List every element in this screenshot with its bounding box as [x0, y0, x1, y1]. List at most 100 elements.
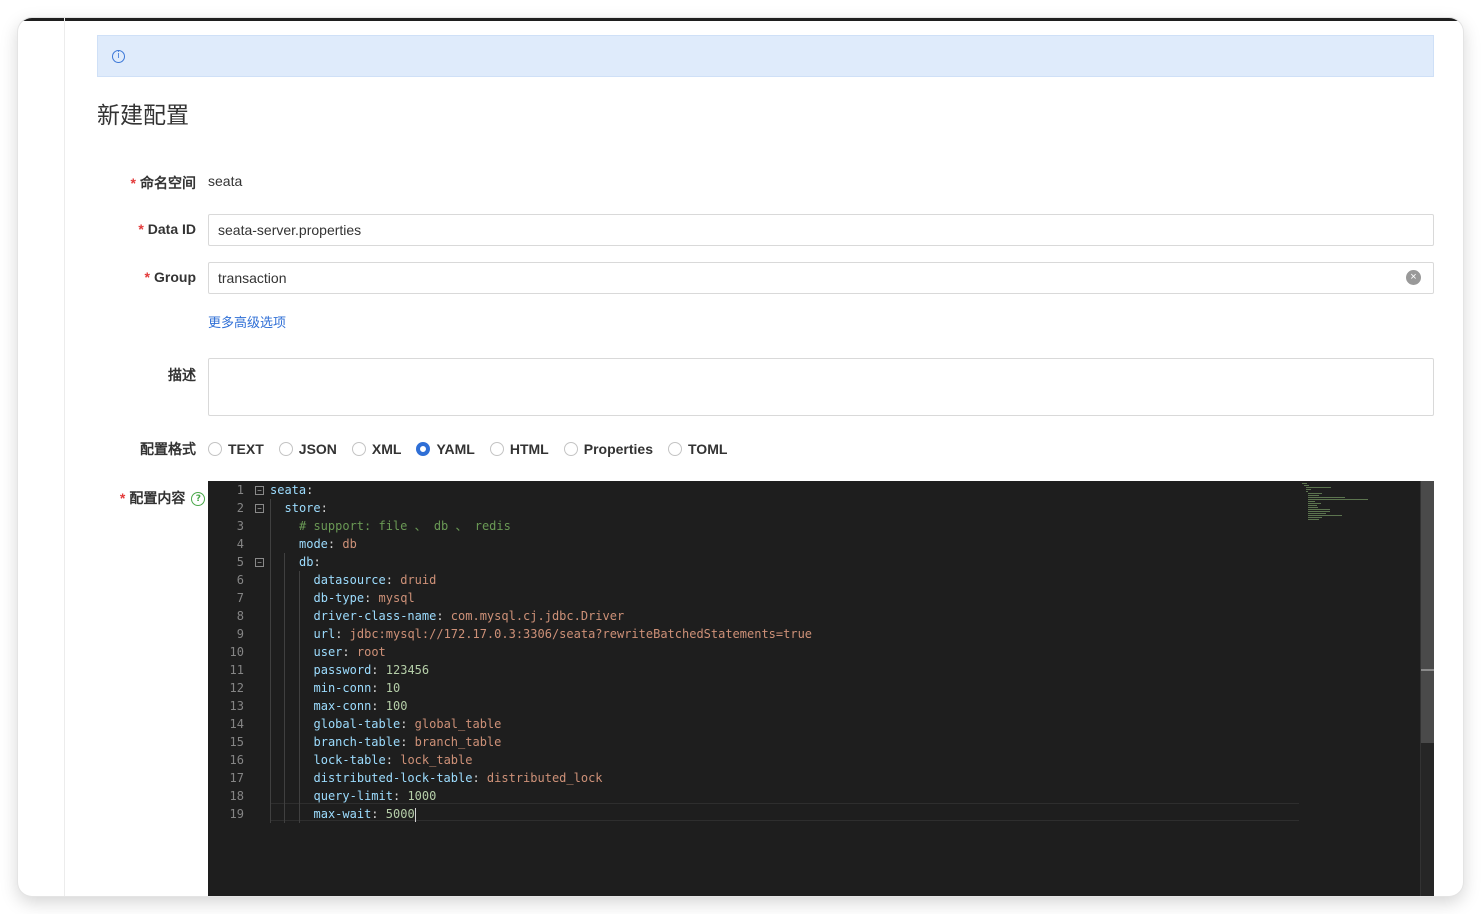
code-line[interactable]: branch-table: branch_table — [314, 733, 502, 751]
radio-label: TEXT — [228, 441, 264, 457]
code-colon: : — [335, 627, 343, 641]
editor-scrollbar[interactable] — [1420, 481, 1434, 896]
code-key: min-conn — [313, 681, 372, 695]
code-line[interactable]: max-conn: 100 — [314, 697, 408, 715]
scrollbar-cursor-mark — [1421, 669, 1434, 671]
code-line[interactable]: max-wait: 5000 — [314, 805, 416, 823]
code-value: com.mysql.cj.jdbc.Driver — [450, 609, 625, 623]
radio-circle[interactable] — [416, 442, 431, 456]
description-label: 描述 — [168, 367, 196, 383]
radio-circle[interactable] — [278, 442, 293, 456]
code-line[interactable]: user: root — [314, 643, 386, 661]
format-radio-text[interactable]: TEXT — [208, 441, 264, 457]
line-number: 4 — [236, 537, 244, 551]
code-key: store — [284, 501, 321, 515]
format-radio-html[interactable]: HTML — [489, 441, 549, 457]
code-key: seata — [270, 483, 307, 497]
code-line[interactable]: lock-table: lock_table — [314, 751, 473, 769]
code-key: lock-table — [313, 753, 386, 767]
code-key: max-wait — [313, 807, 372, 821]
line-number: 10 — [229, 645, 244, 659]
editor-code-area[interactable]: seata: store: # support: file 、 db 、 redis… — [270, 481, 1299, 896]
code-key: datasource — [313, 573, 386, 587]
code-line[interactable]: global-table: global_table — [314, 715, 502, 733]
code-value: root — [356, 645, 386, 659]
radio-circle[interactable] — [563, 442, 578, 456]
line-number: 13 — [229, 699, 244, 713]
line-number: 19 — [229, 807, 244, 821]
indent-guide — [284, 553, 285, 823]
code-value: 5000 — [385, 807, 415, 821]
code-colon: : — [385, 753, 393, 767]
code-colon: : — [327, 537, 336, 551]
code-line[interactable]: db-type: mysql — [314, 589, 415, 607]
code-colon: : — [364, 591, 372, 605]
line-number: 18 — [229, 789, 244, 803]
app-window: i 新建配置 * 命名空间 seata * Data ID seata-server… — [18, 18, 1463, 896]
line-number: 1 — [236, 483, 244, 497]
format-radio-xml[interactable]: XML — [351, 441, 402, 457]
line-number: 11 — [229, 663, 244, 677]
radio-circle[interactable] — [668, 442, 682, 456]
radio-circle[interactable] — [208, 442, 222, 456]
line-number: 16 — [229, 753, 244, 767]
code-line[interactable]: seata: — [270, 481, 313, 499]
line-number: 17 — [229, 771, 244, 785]
format-radio-properties[interactable]: Properties — [563, 441, 653, 457]
code-line[interactable]: distributed-lock-table: distributed_lock — [314, 769, 603, 787]
fold-icon[interactable]: − — [255, 504, 264, 513]
radio-circle[interactable] — [351, 442, 366, 456]
code-line[interactable]: url: jdbc:mysql://172.17.0.3:3306/seata?… — [314, 625, 813, 643]
code-colon: : — [371, 681, 379, 695]
code-colon: : — [400, 735, 408, 749]
code-colon: : — [306, 483, 314, 497]
help-icon[interactable]: ? — [191, 492, 206, 507]
fold-icon[interactable]: − — [255, 558, 264, 567]
code-line[interactable]: query-limit: 1000 — [314, 787, 437, 805]
code-value: 123456 — [385, 663, 430, 677]
clear-icon[interactable]: × — [1406, 270, 1421, 285]
code-colon: : — [371, 663, 379, 677]
editor-minimap[interactable] — [1300, 481, 1380, 541]
minimap-line — [1308, 505, 1317, 506]
code-value: mysql — [378, 591, 415, 605]
code-line[interactable]: # support: file 、 db 、 redis — [299, 517, 511, 535]
data-id-input[interactable]: seata-server.properties — [208, 214, 1434, 246]
format-radio-yaml[interactable]: YAML — [416, 441, 475, 457]
format-radio-toml[interactable]: TOML — [668, 441, 727, 457]
code-colon: : — [371, 699, 379, 713]
content-label: *配置内容?: — [120, 488, 214, 508]
description-textarea[interactable] — [208, 358, 1434, 416]
code-line[interactable]: min-conn: 10 — [314, 679, 401, 697]
code-value: jdbc:mysql://172.17.0.3:3306/seata?rewri… — [349, 627, 813, 641]
radio-label: XML — [371, 441, 402, 457]
line-number: 14 — [229, 717, 244, 731]
code-colon: : — [436, 609, 444, 623]
code-editor[interactable]: 1−2−3 4 5−6 7 8 9 10 11 12 13 14 15 16 17 18 19 seata: s… — [208, 481, 1434, 896]
code-line[interactable]: password: 123456 — [314, 661, 430, 679]
code-comment: # support: file 、 db 、 redis — [299, 519, 511, 533]
code-colon: : — [371, 807, 379, 821]
code-line[interactable]: mode: db — [299, 535, 357, 553]
info-notice: i — [97, 35, 1434, 77]
code-value: db — [342, 537, 357, 551]
format-label: 配置格式 — [140, 441, 196, 457]
code-value: lock_table — [400, 753, 473, 767]
advanced-options-link[interactable]: 更多高级选项 — [208, 312, 286, 331]
code-line[interactable]: driver-class-name: com.mysql.cj.jdbc.Dri… — [314, 607, 625, 625]
code-line[interactable]: datasource: druid — [314, 571, 437, 589]
scrollbar-thumb[interactable] — [1421, 481, 1434, 743]
code-line[interactable]: db: — [299, 553, 321, 571]
minimap-line — [1308, 493, 1322, 494]
data-id-label: * Data ID — [138, 221, 196, 237]
fold-icon[interactable]: − — [255, 486, 264, 495]
code-colon: : — [385, 573, 393, 587]
group-input[interactable]: transaction — [208, 262, 1434, 294]
radio-circle[interactable] — [489, 442, 504, 456]
code-key: max-conn — [313, 699, 372, 713]
indent-guide — [299, 571, 300, 823]
code-key: url — [313, 627, 336, 641]
format-radio-json[interactable]: JSON — [278, 441, 337, 457]
line-number: 9 — [236, 627, 244, 641]
code-line[interactable]: store: — [285, 499, 328, 517]
